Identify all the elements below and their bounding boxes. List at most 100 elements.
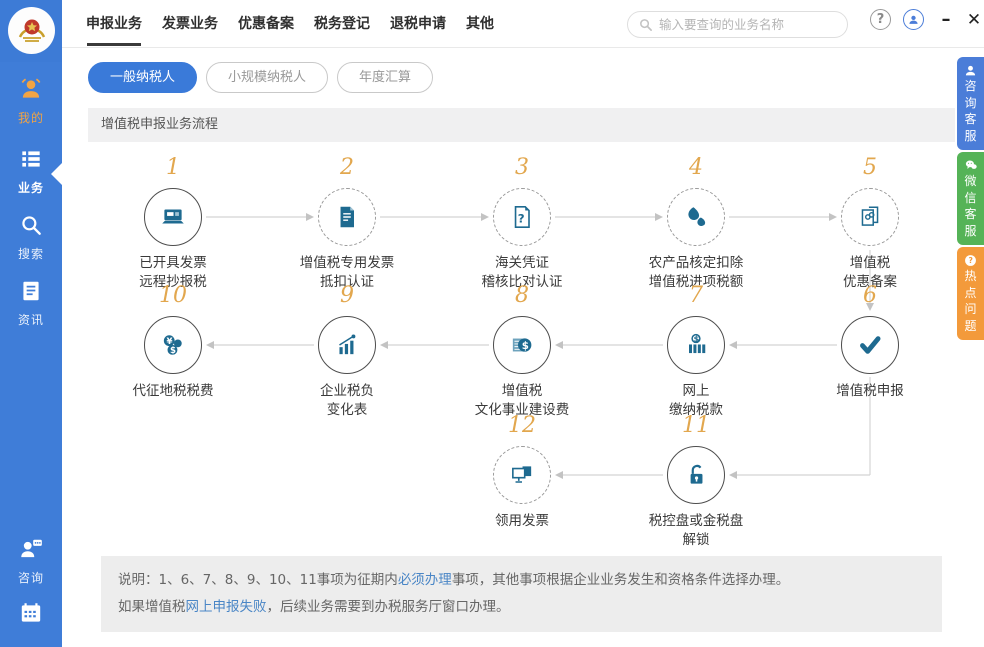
help-button[interactable]: ?	[870, 9, 891, 30]
sidebar-item-consult[interactable]: 咨询	[0, 536, 62, 586]
hot-questions-button[interactable]: ? 热点问题	[957, 247, 984, 340]
flow-step-6[interactable]: 6 增值税申报	[795, 282, 945, 401]
sidebar-item-label: 资讯	[0, 311, 62, 328]
step-number: 3	[447, 154, 597, 182]
service-icon	[907, 13, 920, 26]
person-icon	[18, 76, 44, 102]
tax-burden-chart-icon	[333, 331, 361, 359]
step-number: 8	[447, 282, 597, 310]
produce-deduction-icon	[682, 203, 710, 231]
unlock-icon	[682, 461, 710, 489]
flow-step-10[interactable]: 10 ¥ $ 代征地税税费	[98, 282, 248, 401]
note-text: 如果增值税	[118, 599, 186, 615]
step-label: 增值税申报	[795, 382, 945, 401]
top-bar: 申报业务 发票业务 优惠备案 税务登记 退税申请 其他 ? – ✕	[62, 0, 984, 48]
side-button-label: 微信客服	[964, 173, 978, 239]
step-number: 12	[447, 412, 597, 440]
consult-service-button[interactable]: 咨询客服	[957, 57, 984, 150]
pay-tax-icon: $	[682, 331, 710, 359]
online-declare-fail-link[interactable]: 网上申报失败	[186, 599, 267, 615]
flow-step-2[interactable]: 2 增值税专用发票 抵扣认证	[272, 154, 422, 292]
receive-invoice-icon	[508, 461, 536, 489]
flow-step-3[interactable]: 3 ? 海关凭证 稽核比对认证	[447, 154, 597, 292]
check-icon	[855, 330, 885, 360]
step-number: 9	[272, 282, 422, 310]
flow-step-8[interactable]: 8 $ 增值税 文化事业建设费	[447, 282, 597, 420]
process-flowchart: 1 已开具发票 远程抄报税 2	[88, 142, 955, 556]
note-text: ，后续业务需要到办税服务厅窗口办理。	[267, 599, 510, 615]
nav-item-other[interactable]: 其他	[465, 0, 495, 48]
close-button[interactable]: ✕	[962, 6, 984, 34]
step-label: 企业税负 变化表	[272, 382, 422, 420]
service-button[interactable]	[903, 9, 924, 30]
svg-text:$: $	[694, 335, 700, 344]
svg-text:?: ?	[518, 211, 525, 225]
preference-record-icon	[856, 203, 884, 231]
sidebar-item-search[interactable]: 搜索	[0, 212, 62, 262]
wechat-service-button[interactable]: 微信客服	[957, 152, 984, 245]
laptop-icon	[159, 203, 187, 231]
flow-step-1[interactable]: 1 已开具发票 远程抄报税	[98, 154, 248, 292]
sidebar-item-label: 搜索	[0, 245, 62, 262]
sidebar-item-label: 咨询	[0, 569, 62, 586]
side-button-label: 热点问题	[964, 268, 978, 334]
must-handle-link[interactable]: 必须办理	[398, 572, 452, 588]
nav-item-declare[interactable]: 申报业务	[85, 0, 143, 48]
nav-item-invoice[interactable]: 发票业务	[161, 0, 219, 48]
note-line-1: 说明：1、6、7、8、9、10、11事项为征期内必须办理事项，其他事项根据企业业…	[118, 567, 925, 594]
list-icon	[18, 146, 44, 172]
news-icon	[18, 278, 44, 304]
sidebar-item-calendar[interactable]	[0, 600, 62, 630]
tab-small-scale-taxpayer[interactable]: 小规模纳税人	[206, 62, 328, 93]
step-number: 7	[621, 282, 771, 310]
tab-general-taxpayer[interactable]: 一般纳税人	[88, 62, 197, 93]
invoice-icon	[333, 203, 361, 231]
svg-text:?: ?	[968, 256, 972, 265]
sidebar-item-label: 我的	[0, 109, 62, 126]
step-number: 11	[621, 412, 771, 440]
search-icon	[18, 212, 44, 238]
tab-annual-settlement[interactable]: 年度汇算	[337, 62, 433, 93]
flow-step-7[interactable]: 7 $ 网上 缴纳税款	[621, 282, 771, 420]
taxpayer-type-tabs: 一般纳税人 小规模纳税人 年度汇算	[88, 62, 442, 93]
search-icon	[638, 17, 653, 32]
svg-text:$: $	[170, 346, 176, 356]
note-text: 事项，其他事项根据企业业务发生和资格条件选择办理。	[452, 572, 790, 588]
side-button-label: 咨询客服	[964, 78, 978, 144]
main-panel: 增值税申报业务流程	[88, 108, 955, 632]
minimize-button[interactable]: –	[934, 6, 958, 34]
sidebar-item-news[interactable]: 资讯	[0, 278, 62, 328]
step-number: 2	[272, 154, 422, 182]
search-input[interactable]	[659, 17, 837, 32]
nav-item-registration[interactable]: 税务登记	[313, 0, 371, 48]
app-window: 我的 业务 搜索 资讯	[0, 0, 984, 647]
step-number: 10	[98, 282, 248, 310]
nav-item-preference[interactable]: 优惠备案	[237, 0, 295, 48]
step-label: 领用发票	[447, 512, 597, 531]
tax-emblem-icon	[8, 7, 55, 54]
step-label: 税控盘或金税盘 解锁	[621, 512, 771, 550]
active-indicator	[51, 163, 62, 185]
wechat-icon	[957, 157, 984, 171]
svg-text:$: $	[522, 341, 529, 352]
step-label: 代征地税税费	[98, 382, 248, 401]
sidebar: 我的 业务 搜索 资讯	[0, 0, 62, 647]
flow-step-11[interactable]: 11 税控盘或金税盘 解锁	[621, 412, 771, 550]
flow-step-12[interactable]: 12 领用发票	[447, 412, 597, 531]
flow-step-9[interactable]: 9 企业税负 变化表	[272, 282, 422, 420]
panel-title: 增值税申报业务流程	[88, 108, 955, 142]
sidebar-item-my[interactable]: 我的	[0, 76, 62, 126]
flow-step-4[interactable]: 4 农产品核定扣除 增值税进项税额	[621, 154, 771, 292]
nav-item-refund[interactable]: 退税申请	[389, 0, 447, 48]
culture-fee-icon: $	[508, 331, 536, 359]
step-number: 1	[98, 154, 248, 182]
question-icon: ?	[957, 252, 984, 266]
top-nav: 申报业务 发票业务 优惠备案 税务登记 退税申请 其他	[85, 0, 513, 48]
step-number: 4	[621, 154, 771, 182]
search-box[interactable]	[627, 11, 848, 38]
person-chat-icon	[18, 536, 44, 562]
note-text: 说明：1、6、7、8、9、10、11事项为征期内	[118, 572, 398, 588]
calendar-icon	[18, 600, 44, 626]
flow-step-5[interactable]: 5 增值税 优惠备案	[795, 154, 945, 292]
tax-bureau-logo	[0, 0, 62, 62]
